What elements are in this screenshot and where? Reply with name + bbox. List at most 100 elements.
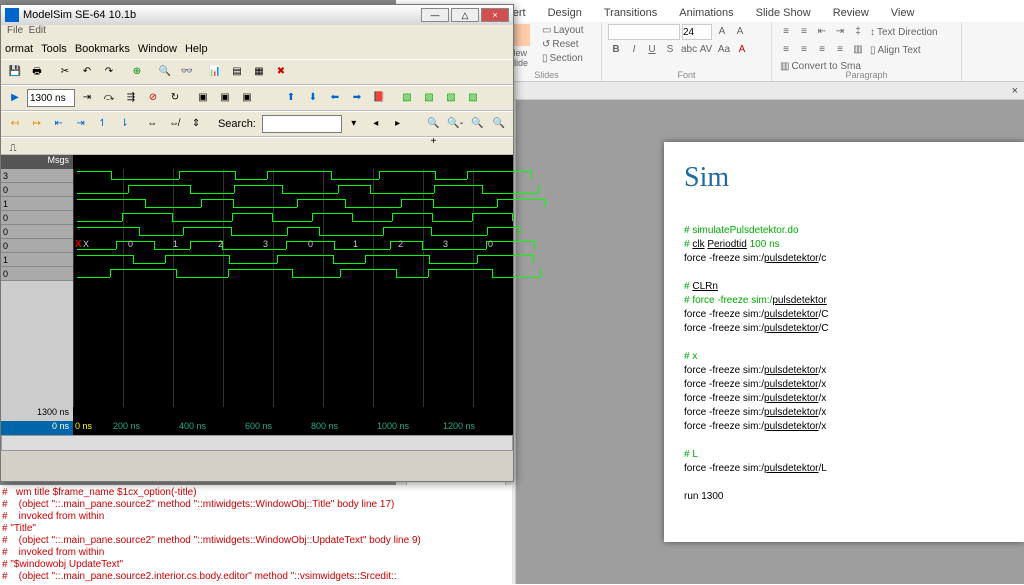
signal-row[interactable]: 0 [1, 239, 73, 253]
list-icon[interactable]: ▤ [227, 62, 247, 82]
tab-slideshow[interactable]: Slide Show [745, 4, 822, 22]
change-case-button[interactable]: Aa [716, 42, 732, 58]
book-icon[interactable]: 📕 [369, 88, 389, 108]
align-right-button[interactable]: ≡ [814, 42, 830, 58]
break-icon[interactable]: ⊘ [143, 88, 163, 108]
text-direction-button[interactable]: ↕Text Direction [868, 24, 940, 40]
slide-code-block[interactable]: # simulatePulsdetektor.do# clk Periodtid… [684, 224, 1004, 504]
signal-row[interactable]: 0 [1, 211, 73, 225]
tab-animations[interactable]: Animations [668, 4, 744, 22]
menu-format[interactable]: ormat [5, 43, 33, 55]
underline-button[interactable]: U [644, 42, 660, 58]
menu-bookmarks[interactable]: Bookmarks [75, 43, 130, 55]
align-center-button[interactable]: ≡ [796, 42, 812, 58]
wave-icon[interactable]: 📊 [205, 62, 225, 82]
font-family-select[interactable] [608, 24, 680, 40]
zoom-fit-icon[interactable]: 🔍 [489, 114, 509, 134]
edge-next-icon[interactable]: ⇥ [71, 114, 91, 134]
section-button[interactable]: ▯Section [540, 52, 585, 65]
bold-button[interactable]: B [608, 42, 624, 58]
slide-title[interactable]: Sim [684, 162, 1004, 194]
menu-help[interactable]: Help [185, 43, 208, 55]
align-left-button[interactable]: ≡ [778, 42, 794, 58]
add-icon[interactable]: ⊕ [127, 62, 147, 82]
dataflow-icon[interactable]: ▦ [249, 62, 269, 82]
cut-icon[interactable]: ✂ [55, 62, 75, 82]
shadow-button[interactable]: abc [680, 42, 696, 58]
indent-dec-button[interactable]: ⇤ [814, 24, 830, 40]
char-spacing-button[interactable]: AV [698, 42, 714, 58]
step-over-icon[interactable]: ⤼ [99, 88, 119, 108]
horizontal-scrollbar[interactable] [1, 435, 513, 451]
cursor-prev-icon[interactable]: ↤ [5, 114, 25, 134]
reset-button[interactable]: ↺Reset [540, 38, 585, 51]
search-input[interactable] [262, 115, 342, 133]
numbering-button[interactable]: ≡ [796, 24, 812, 40]
slide-editor-area[interactable]: Sim # simulatePulsdetektor.do# clk Perio… [516, 100, 1024, 584]
redo-icon[interactable]: ↷ [99, 62, 119, 82]
layer2-icon[interactable]: ▧ [419, 88, 439, 108]
down-arrow-icon[interactable]: ⬇ [303, 88, 323, 108]
cancel-icon[interactable]: ✖ [271, 62, 291, 82]
save-icon[interactable]: 💾 [5, 62, 25, 82]
print-icon[interactable]: 🖶 [27, 62, 47, 82]
time-ruler[interactable]: 0 ns 200 ns400 ns600 ns800 ns1000 ns1200… [73, 407, 513, 435]
menu-tools[interactable]: Tools [41, 43, 67, 55]
font-color-button[interactable]: A [734, 42, 750, 58]
edge-prev-icon[interactable]: ⇤ [49, 114, 69, 134]
expand-icon[interactable]: ⇔ [142, 114, 162, 134]
tab-transitions[interactable]: Transitions [593, 4, 668, 22]
find-prev-icon[interactable]: ◂ [366, 114, 386, 134]
edge-fall-icon[interactable]: ⇂ [114, 114, 134, 134]
bullets-button[interactable]: ≡ [778, 24, 794, 40]
layer4-icon[interactable]: ▧ [463, 88, 483, 108]
current-slide[interactable]: Sim # simulatePulsdetektor.do# clk Perio… [664, 142, 1024, 542]
run-time-input[interactable] [27, 89, 75, 107]
waveform-canvas[interactable]: XX012301230 [73, 155, 513, 435]
menu-window[interactable]: Window [138, 43, 177, 55]
close-outline-button[interactable]: × [1012, 85, 1018, 97]
undo-icon[interactable]: ↶ [77, 62, 97, 82]
find-icon[interactable]: 🔍 [155, 62, 175, 82]
italic-button[interactable]: I [626, 42, 642, 58]
signal-row[interactable]: 1 [1, 253, 73, 267]
binoculars-icon[interactable]: 👓 [177, 62, 197, 82]
layout-button[interactable]: ▭Layout [540, 24, 585, 37]
restart-icon[interactable]: ↻ [165, 88, 185, 108]
shrink-font-button[interactable]: A [732, 24, 748, 40]
zoom-full-icon[interactable]: 🔍 [467, 114, 487, 134]
maximize-button[interactable]: △ [451, 8, 479, 22]
align-text-button[interactable]: ▯Align Text [868, 42, 923, 58]
wave-viewer[interactable]: Msgs 30100010 1300 ns 0 ns XX012301230 0… [1, 155, 513, 435]
edge-rise-icon[interactable]: ↿ [93, 114, 113, 134]
tab-view[interactable]: View [880, 4, 926, 22]
signal-row[interactable]: 0 [1, 183, 73, 197]
group1-icon[interactable]: ▣ [193, 88, 213, 108]
tab-review[interactable]: Review [822, 4, 880, 22]
line-spacing-button[interactable]: ‡ [850, 24, 866, 40]
layer1-icon[interactable]: ▧ [397, 88, 417, 108]
collapse-icon[interactable]: ⇎ [164, 114, 184, 134]
group2-icon[interactable]: ▣ [215, 88, 235, 108]
font-size-select[interactable] [682, 24, 712, 40]
zoom-out-icon[interactable]: 🔍- [445, 114, 465, 134]
indent-inc-button[interactable]: ⇥ [832, 24, 848, 40]
signal-row[interactable]: 3 [1, 169, 73, 183]
right-arrow-icon[interactable]: ➡ [347, 88, 367, 108]
run-all-icon[interactable]: ⇶ [121, 88, 141, 108]
layer3-icon[interactable]: ▧ [441, 88, 461, 108]
minimize-button[interactable]: — [421, 8, 449, 22]
step-icon[interactable]: ⇥ [77, 88, 97, 108]
zoom-in-icon[interactable]: 🔍+ [423, 114, 443, 134]
strike-button[interactable]: S [662, 42, 678, 58]
transcript-console[interactable]: # wm title $frame_name $1cx_option(-titl… [0, 485, 512, 585]
tab-design[interactable]: Design [537, 4, 593, 22]
run-icon[interactable]: ▶ [5, 88, 25, 108]
justify-button[interactable]: ≡ [832, 42, 848, 58]
wave-mode-icon[interactable]: ⎍ [5, 139, 21, 153]
titlebar[interactable]: ModelSim SE-64 10.1b — △ × [1, 5, 513, 25]
grow-font-button[interactable]: A [714, 24, 730, 40]
expand-all-icon[interactable]: ⇕ [186, 114, 206, 134]
up-arrow-icon[interactable]: ⬆ [281, 88, 301, 108]
signal-row[interactable]: 1 [1, 197, 73, 211]
